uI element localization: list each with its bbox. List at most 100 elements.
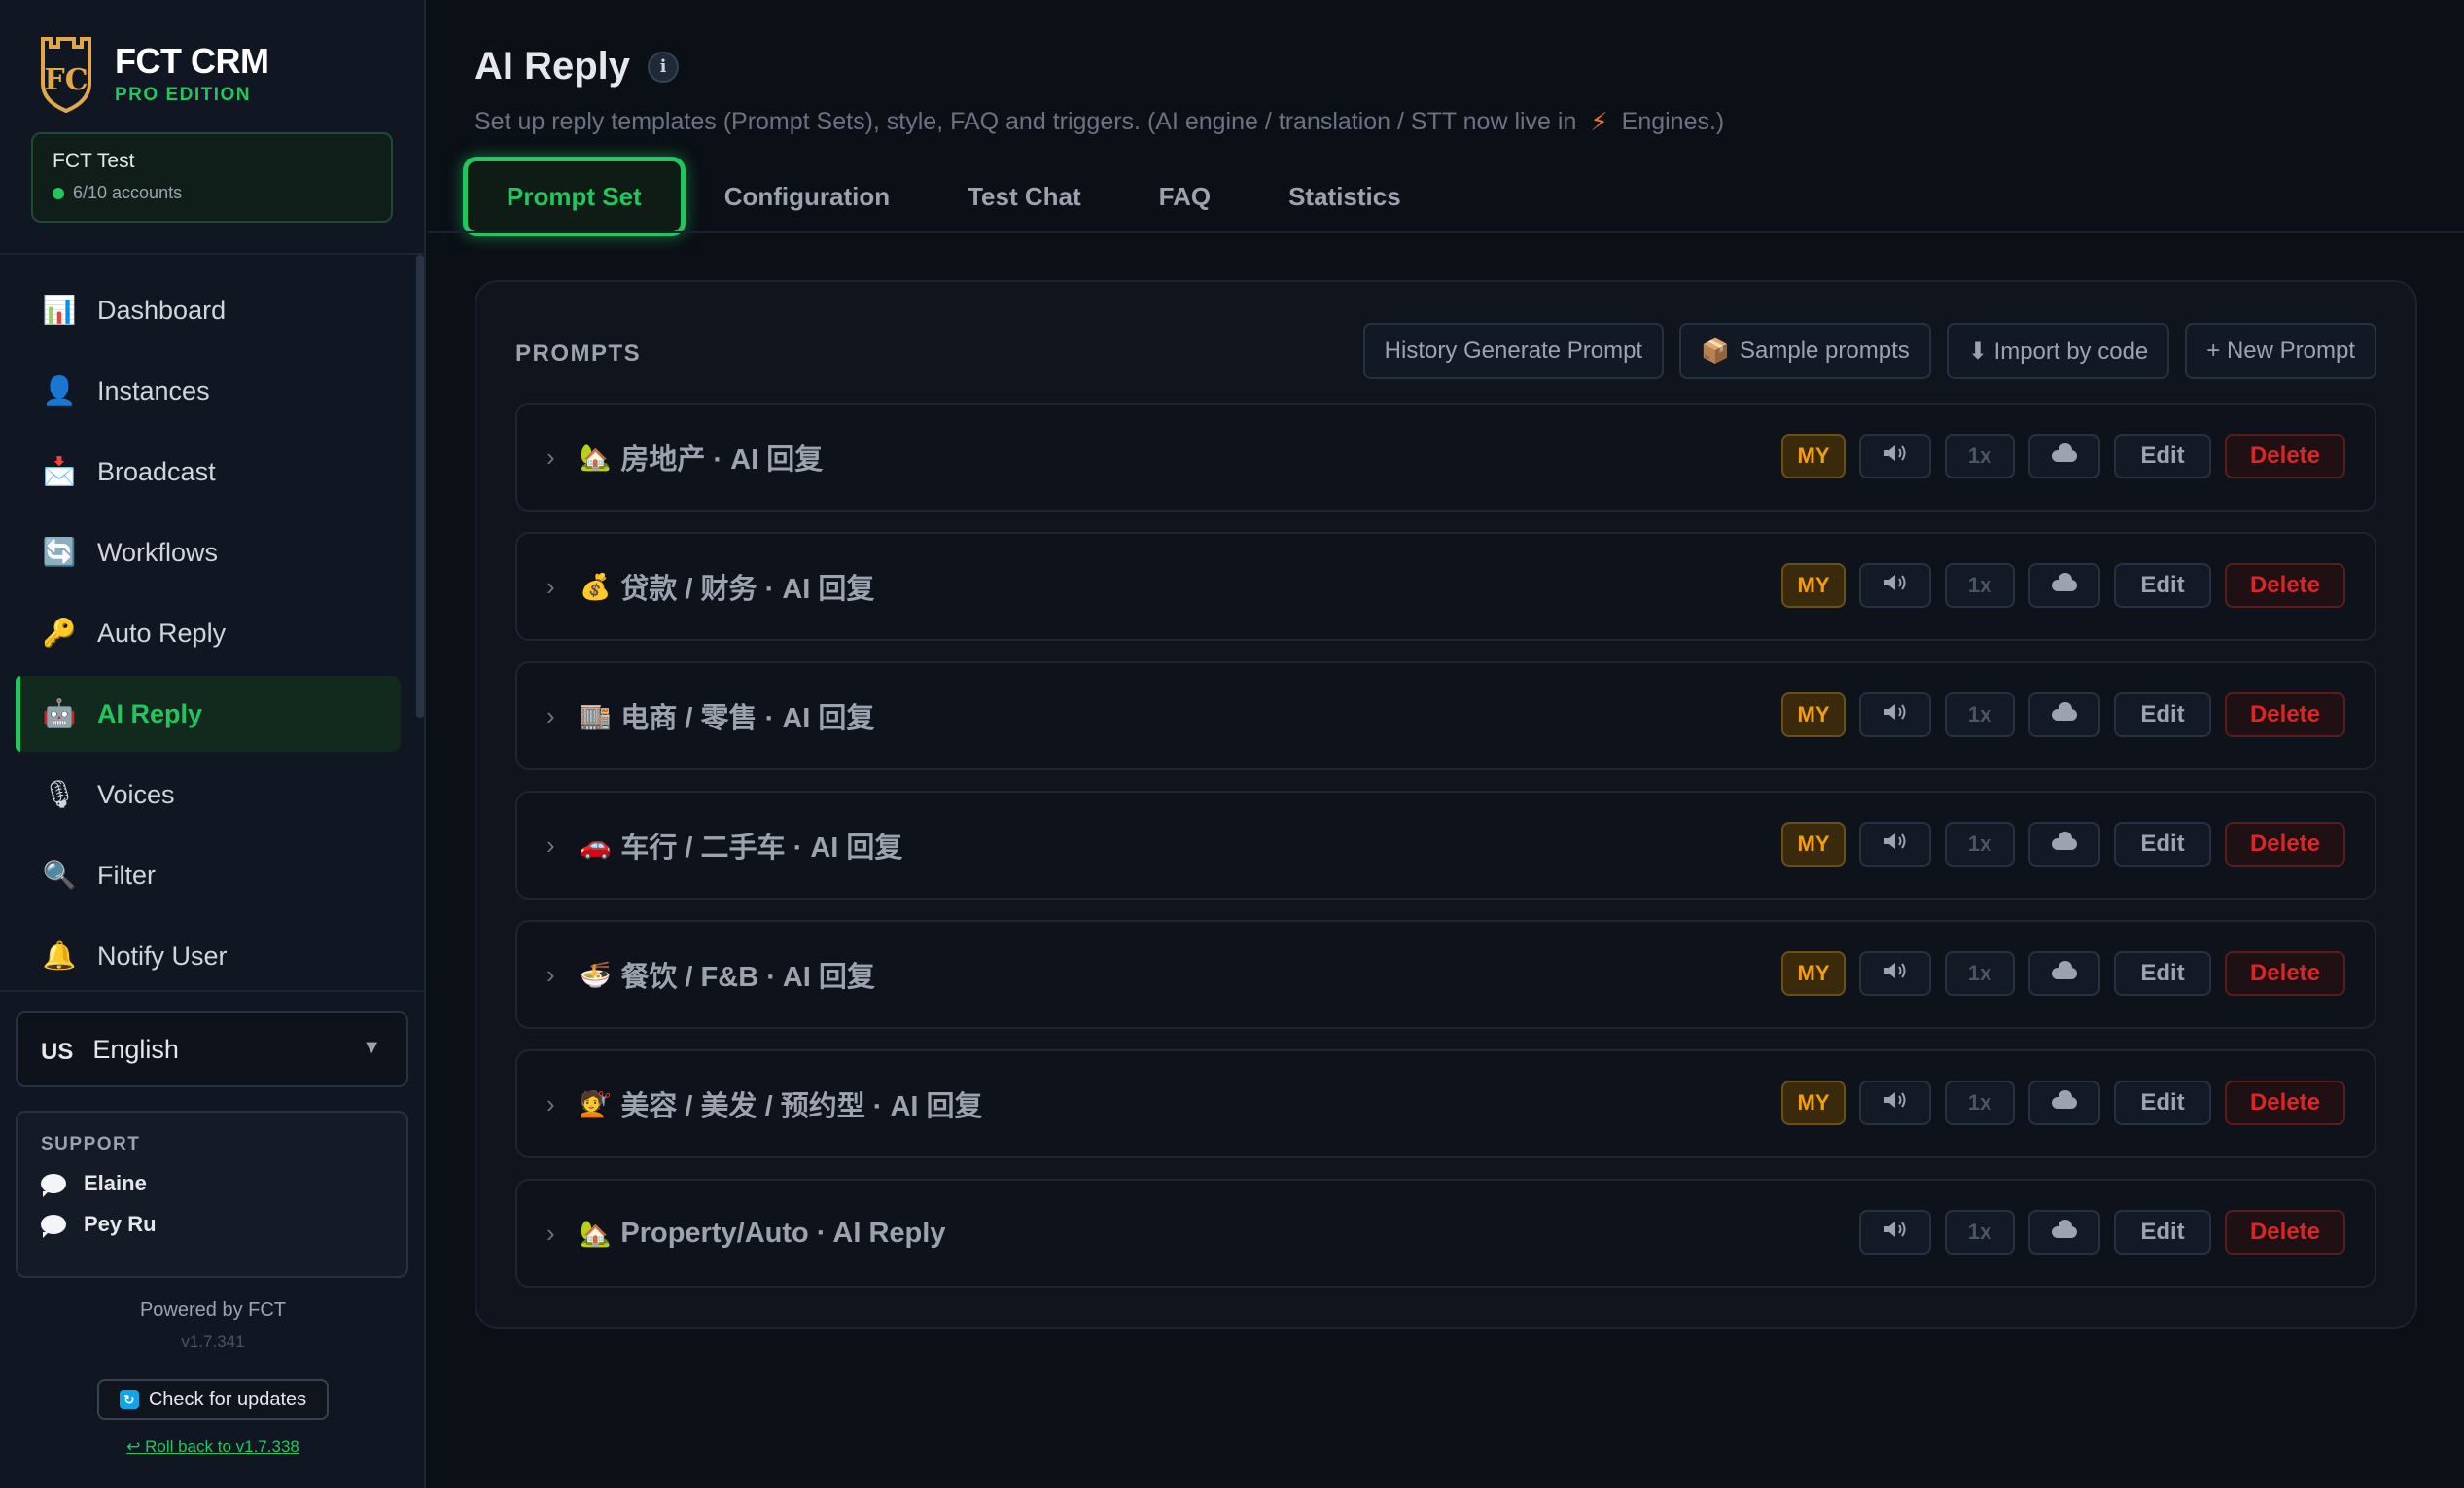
tab-statistics[interactable]: Statistics xyxy=(1250,159,1440,233)
check-updates-label: Check for updates xyxy=(148,1388,307,1410)
edit-button[interactable]: Edit xyxy=(2114,951,2211,996)
delete-button[interactable]: Delete xyxy=(2225,434,2345,478)
page-subtitle: Set up reply templates (Prompt Sets), st… xyxy=(475,107,1725,136)
chevron-right-icon[interactable]: › xyxy=(546,701,555,731)
new-prompt-button[interactable]: + New Prompt xyxy=(2185,323,2376,379)
voice-toggle-button[interactable] xyxy=(1859,563,1931,608)
prompt-row[interactable]: › 💰 贷款 / 财务 · AI 回复 MY 1x Edit Delete xyxy=(515,532,2376,641)
sidebar-item-label: Auto Reply xyxy=(97,618,227,648)
microphone-icon: 🎙 xyxy=(42,779,77,809)
cloud-sync-button[interactable] xyxy=(2028,563,2100,608)
delete-button[interactable]: Delete xyxy=(2225,951,2345,996)
voice-toggle-button[interactable] xyxy=(1859,951,1931,996)
edit-button[interactable]: Edit xyxy=(2114,434,2211,478)
support-contact-pey-ru[interactable]: Pey Ru xyxy=(41,1212,383,1238)
chevron-right-icon[interactable]: › xyxy=(546,831,555,861)
prompt-row[interactable]: › 🏬 电商 / 零售 · AI 回复 MY 1x Edit Delete xyxy=(515,661,2376,770)
powered-by: Powered by FCT xyxy=(139,1299,287,1321)
sidebar-item-workflows[interactable]: 🔄 Workflows xyxy=(16,514,401,590)
history-generate-prompt-button[interactable]: History Generate Prompt xyxy=(1362,323,1665,379)
sidebar-item-voices[interactable]: 🎙 Voices xyxy=(16,757,401,833)
edit-button[interactable]: Edit xyxy=(2114,822,2211,867)
support-contact-label: Elaine xyxy=(84,1171,147,1195)
chevron-right-icon[interactable]: › xyxy=(546,443,555,473)
sidebar-item-ai-reply[interactable]: 🤖 AI Reply xyxy=(16,676,401,752)
sidebar-item-label: Voices xyxy=(97,779,175,809)
chevron-right-icon[interactable]: › xyxy=(546,1219,555,1249)
cloud-sync-button[interactable] xyxy=(2028,951,2100,996)
prompt-row[interactable]: › 🍜 餐饮 / F&B · AI 回复 MY 1x Edit Delete xyxy=(515,920,2376,1029)
cloud-sync-button[interactable] xyxy=(2028,692,2100,737)
brand[interactable]: FC FCT CRM PRO EDITION xyxy=(39,35,269,113)
chevron-right-icon[interactable]: › xyxy=(546,1089,555,1119)
prompt-actions: MY 1x Edit Delete xyxy=(1768,563,2345,608)
sidebar-item-broadcast[interactable]: 📩 Broadcast xyxy=(16,434,401,510)
speed-button[interactable]: 1x xyxy=(1945,563,2015,608)
speed-button[interactable]: 1x xyxy=(1945,951,2015,996)
check-updates-button[interactable]: ↻ Check for updates xyxy=(97,1379,329,1420)
delete-button[interactable]: Delete xyxy=(2225,1210,2345,1255)
delete-button[interactable]: Delete xyxy=(2225,563,2345,608)
sidebar-item-dashboard[interactable]: 📊 Dashboard xyxy=(16,272,401,348)
account-switcher[interactable]: FCT Test 6/10 accounts xyxy=(31,132,393,223)
sample-prompts-button[interactable]: 📦 Sample prompts xyxy=(1679,323,1931,379)
voice-toggle-button[interactable] xyxy=(1859,822,1931,867)
rollback-link[interactable]: ↩ Roll back to v1.7.338 xyxy=(0,1437,426,1457)
chevron-right-icon[interactable]: › xyxy=(546,960,555,990)
prompt-row[interactable]: › 🏡 房地产 · AI 回复 MY 1x Edit Delete xyxy=(515,403,2376,512)
prompt-row[interactable]: › 🏡 Property/Auto · AI Reply 1x Edit Delete xyxy=(515,1179,2376,1288)
bar-chart-icon: 📊 xyxy=(42,295,77,325)
voice-toggle-button[interactable] xyxy=(1859,692,1931,737)
cloud-sync-button[interactable] xyxy=(2028,434,2100,478)
chevron-right-icon[interactable]: › xyxy=(546,572,555,602)
speed-button[interactable]: 1x xyxy=(1945,692,2015,737)
speaker-icon xyxy=(1883,702,1908,727)
speaker-icon xyxy=(1883,1090,1908,1116)
sidebar-item-notify-user[interactable]: 🔔 Notify User xyxy=(16,918,401,994)
speed-button[interactable]: 1x xyxy=(1945,1210,2015,1255)
voice-toggle-button[interactable] xyxy=(1859,1081,1931,1125)
speed-button[interactable]: 1x xyxy=(1945,1081,2015,1125)
delete-button[interactable]: Delete xyxy=(2225,1081,2345,1125)
sidebar-scrollbar[interactable] xyxy=(416,255,424,718)
info-icon[interactable]: i xyxy=(648,51,680,83)
caret-down-icon: ▼ xyxy=(362,1037,381,1058)
tab-bar: Prompt Set Configuration Test Chat FAQ Stati… xyxy=(463,157,1440,236)
sidebar: FC FCT CRM PRO EDITION FCT Test 6/10 acc… xyxy=(0,0,426,1488)
cloud-icon xyxy=(2052,832,2077,850)
tab-test-chat[interactable]: Test Chat xyxy=(929,159,1120,233)
delete-button[interactable]: Delete xyxy=(2225,822,2345,867)
tab-prompt-set[interactable]: Prompt Set xyxy=(463,157,686,236)
lightning-icon: ⚡ xyxy=(1590,107,1608,136)
speed-button[interactable]: 1x xyxy=(1945,822,2015,867)
voice-toggle-button[interactable] xyxy=(1859,1210,1931,1255)
speed-button[interactable]: 1x xyxy=(1945,434,2015,478)
edit-button[interactable]: Edit xyxy=(2114,1081,2211,1125)
cloud-sync-button[interactable] xyxy=(2028,822,2100,867)
tab-configuration[interactable]: Configuration xyxy=(686,159,929,233)
voice-toggle-button[interactable] xyxy=(1859,434,1931,478)
panel-actions: History Generate Prompt 📦 Sample prompts… xyxy=(1348,323,2376,379)
tab-faq[interactable]: FAQ xyxy=(1120,159,1250,233)
cloud-sync-button[interactable] xyxy=(2028,1081,2100,1125)
sidebar-item-label: Workflows xyxy=(97,537,219,567)
prompts-panel: PROMPTS History Generate Prompt 📦 Sample… xyxy=(475,280,2417,1329)
prompt-row[interactable]: › 🚗 车行 / 二手车 · AI 回复 MY 1x Edit Delete xyxy=(515,791,2376,900)
sidebar-item-instances[interactable]: 👤 Instances xyxy=(16,353,401,429)
edit-button[interactable]: Edit xyxy=(2114,563,2211,608)
support-contact-elaine[interactable]: Elaine xyxy=(41,1171,383,1197)
sidebar-item-auto-reply[interactable]: 🔑 Auto Reply xyxy=(16,595,401,671)
prompt-actions: MY 1x Edit Delete xyxy=(1768,1081,2345,1125)
sidebar-item-label: Notify User xyxy=(97,940,228,971)
app-version: v1.7.341 xyxy=(181,1332,245,1351)
sidebar-item-filter[interactable]: 🔍 Filter xyxy=(16,837,401,913)
edit-button[interactable]: Edit xyxy=(2114,1210,2211,1255)
delete-button[interactable]: Delete xyxy=(2225,692,2345,737)
import-by-code-button[interactable]: ⬇ Import by code xyxy=(1946,323,2170,379)
speaker-icon xyxy=(1883,1220,1908,1245)
language-select[interactable]: US English ▼ xyxy=(16,1011,408,1087)
cloud-sync-button[interactable] xyxy=(2028,1210,2100,1255)
edit-button[interactable]: Edit xyxy=(2114,692,2211,737)
my-badge: MY xyxy=(1781,434,1846,478)
prompt-row[interactable]: › 💇 美容 / 美发 / 预约型 · AI 回复 MY 1x Edit Delete xyxy=(515,1049,2376,1158)
